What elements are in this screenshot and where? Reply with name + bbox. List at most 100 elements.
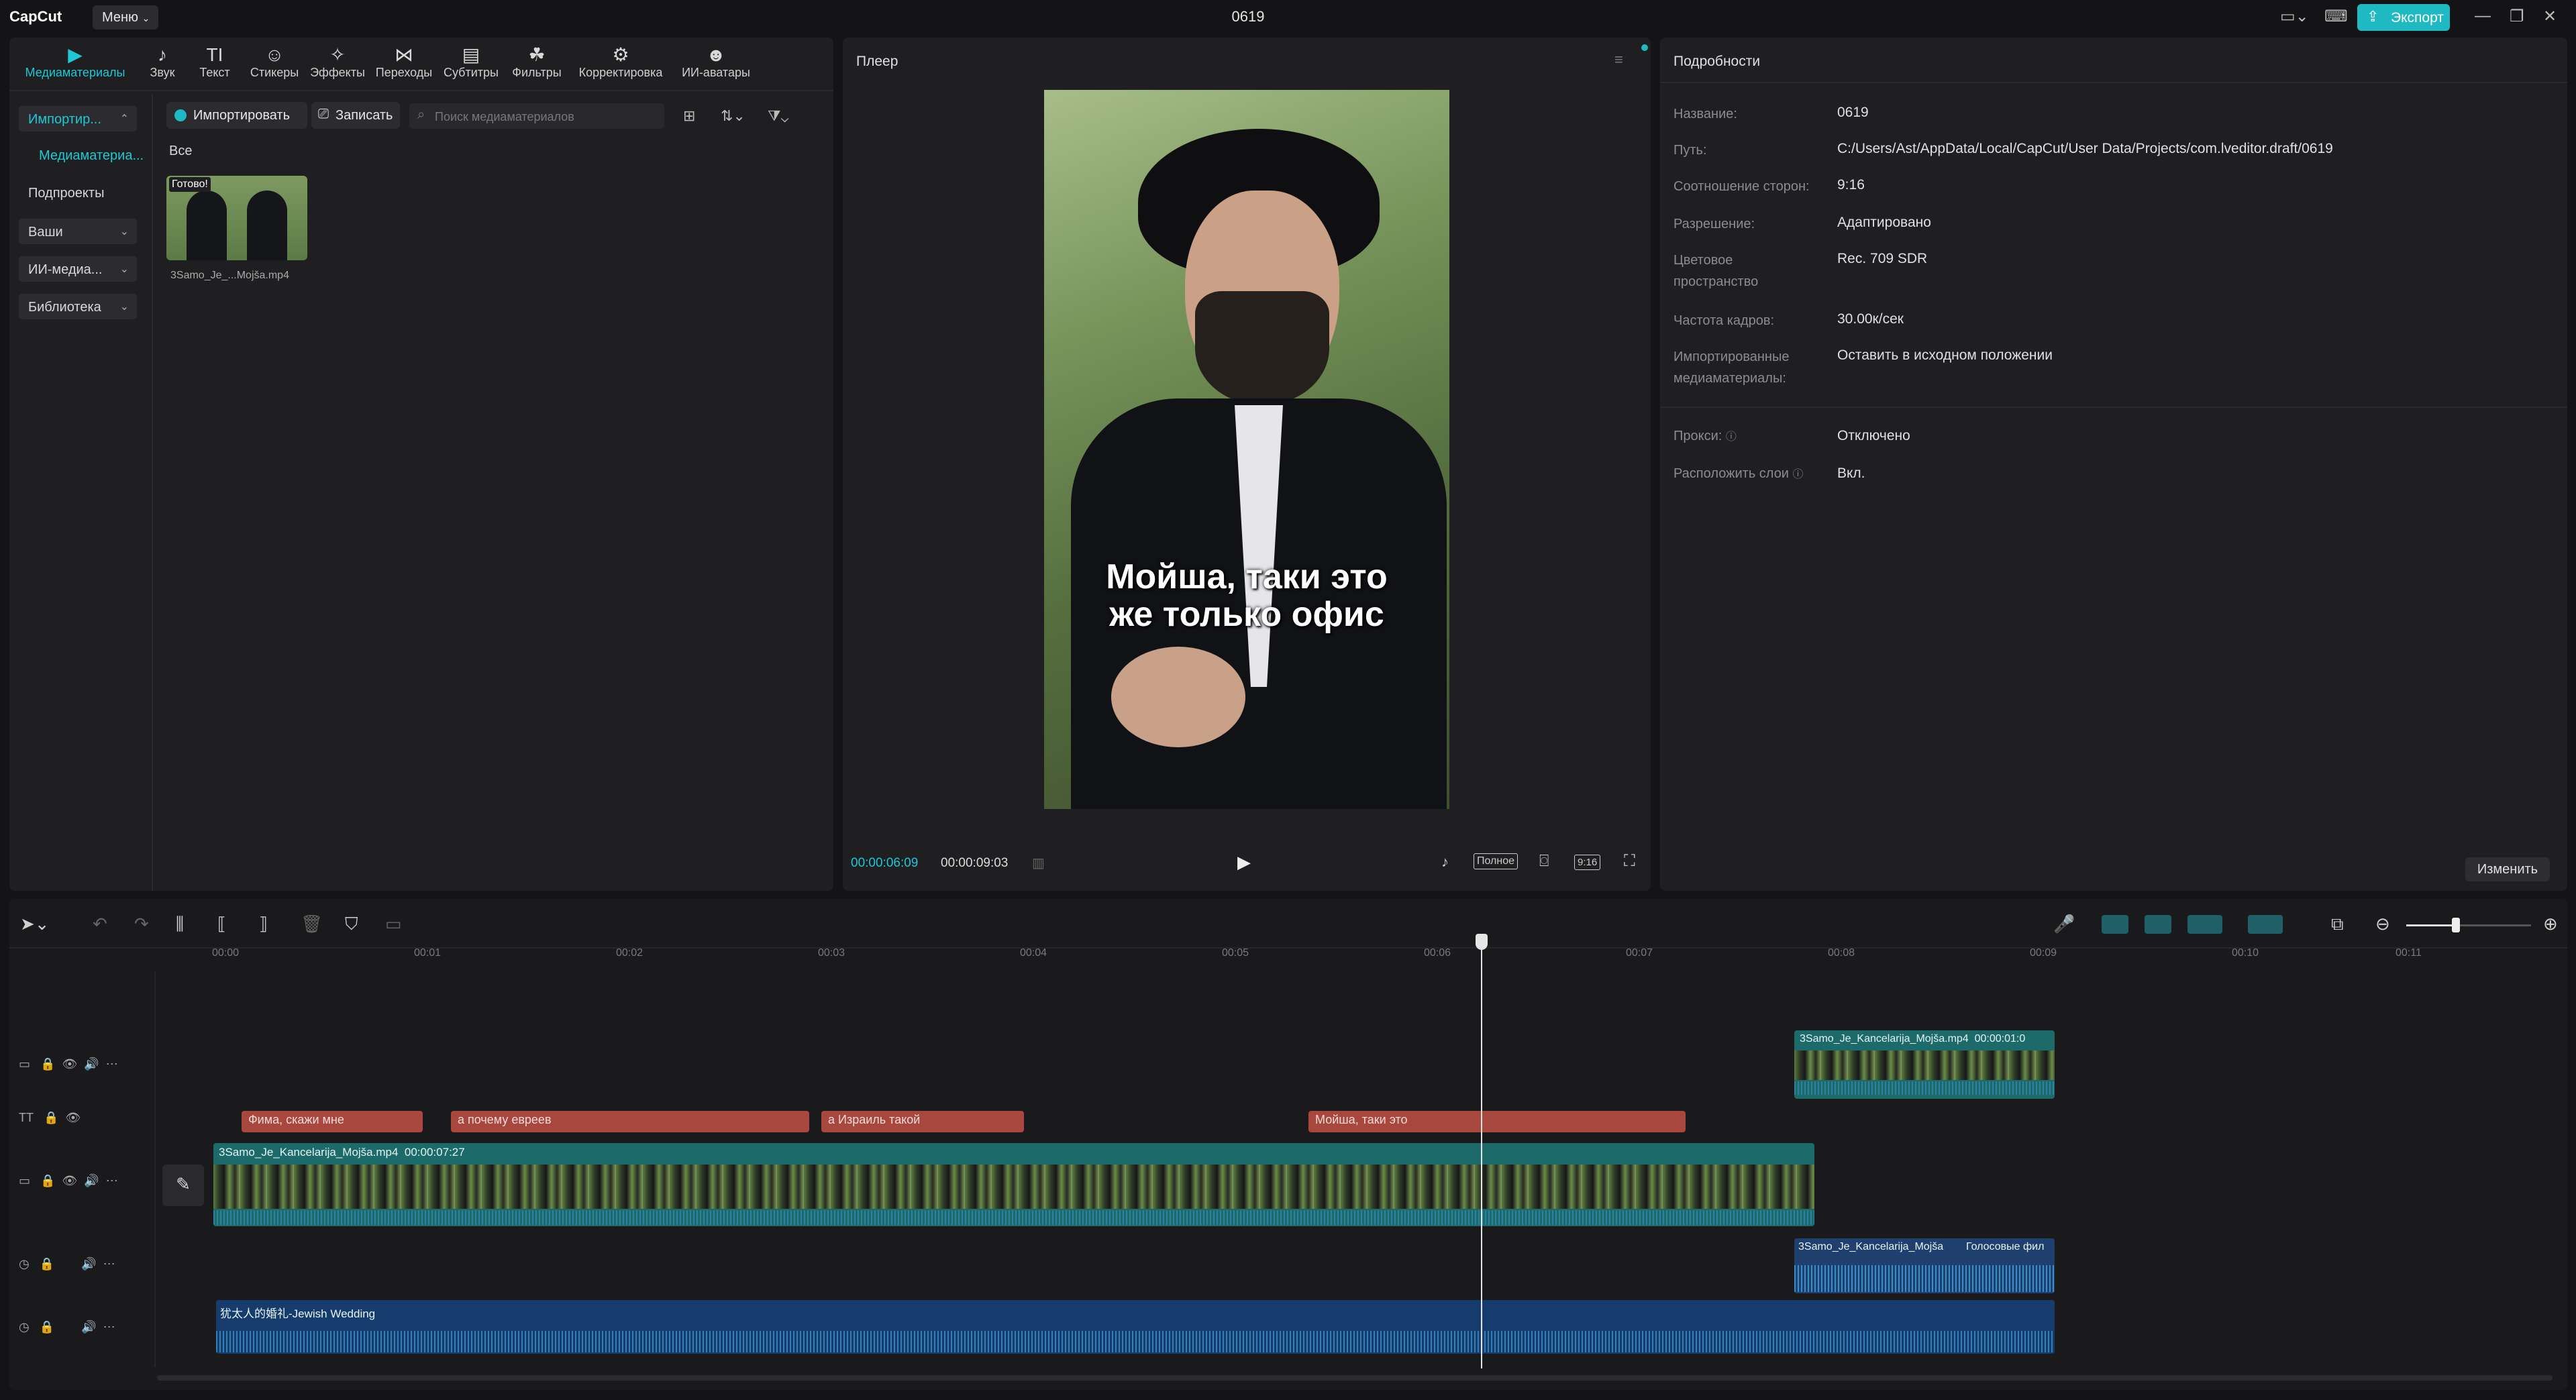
zoom-out-icon[interactable]: ⊖ — [2375, 914, 2390, 934]
sidebar-item-yours[interactable]: Ваши ⌄ — [19, 219, 137, 244]
redo-icon[interactable]: ↷ — [134, 914, 149, 934]
text-clip[interactable]: а Израиль такой — [821, 1111, 1024, 1132]
caption-icon[interactable]: ▭ — [385, 914, 402, 934]
timecode-toggle-icon[interactable]: ▥ — [1032, 855, 1045, 871]
eye-icon[interactable]: 👁 — [65, 1111, 81, 1124]
close-icon[interactable]: ✕ — [2543, 7, 2557, 26]
lock-icon[interactable]: 🔒 — [40, 1257, 54, 1271]
sort-icon[interactable]: ⇅⌄ — [721, 107, 745, 125]
audio-clip[interactable]: 3Samo_Je_Kancelarija_Mojša Голосовые фил — [1794, 1238, 2055, 1293]
layout-icon[interactable]: ▭⌄ — [2280, 7, 2309, 26]
microphone-icon[interactable]: 🎤 — [2053, 914, 2075, 934]
aspect-ratio-button[interactable]: 9:16 — [1574, 855, 1601, 870]
tab-transitions[interactable]: ⋈ Переходы — [370, 44, 437, 87]
more-icon[interactable]: ⋯ — [103, 1320, 115, 1334]
sidebar-item-subprojects[interactable]: Подпроекты — [19, 180, 137, 205]
quality-full-button[interactable]: Полное — [1474, 853, 1518, 869]
zoom-slider-handle[interactable] — [2452, 918, 2460, 932]
tab-effects[interactable]: ✧ Эффекты — [307, 44, 368, 87]
capcut-window: CapCut Меню ⌄ 0619 ▭⌄ ⌨ ⇪ Экспорт — ❐ ✕ … — [0, 0, 2576, 1400]
playhead-handle[interactable] — [1476, 934, 1488, 950]
more-icon[interactable]: ⋯ — [106, 1057, 118, 1071]
text-clip[interactable]: Фима, скажи мне — [242, 1111, 423, 1132]
change-button[interactable]: Изменить — [2465, 857, 2550, 881]
fullscreen-icon[interactable]: ⛶ — [1624, 852, 1635, 871]
tab-audio[interactable]: ♪ Звук — [141, 44, 184, 87]
video-thumbnails — [1794, 1051, 2055, 1080]
info-icon[interactable]: ⓘ — [1726, 431, 1737, 443]
lock-icon[interactable]: 🔒 — [44, 1111, 58, 1124]
overlay-video-clip[interactable]: 3Samo_Je_Kancelarija_Mojša.mp4 00:00:01:… — [1794, 1030, 2055, 1099]
player-menu-icon[interactable]: ≡ — [1614, 51, 1623, 68]
divider — [9, 90, 833, 91]
preview-axis-icon[interactable] — [2248, 915, 2283, 934]
main-video-clip[interactable]: 3Samo_Je_Kancelarija_Mojša.mp4 00:00:07:… — [213, 1143, 1814, 1226]
more-icon[interactable]: ⋯ — [106, 1174, 118, 1187]
play-icon[interactable]: ▶ — [1237, 852, 1251, 873]
detail-label: Название: — [1673, 107, 1737, 121]
speaker-icon[interactable]: 🔊 — [81, 1257, 96, 1271]
filter-all[interactable]: Все — [169, 144, 192, 159]
record-button[interactable]: ⎚ Записать — [311, 102, 400, 129]
tab-adjustment[interactable]: ⚙ Корректировка — [570, 44, 671, 87]
grid-view-icon[interactable]: ⊞ — [683, 107, 695, 125]
select-tool-icon[interactable]: ➤⌄ — [20, 914, 50, 934]
lock-icon[interactable]: 🔒 — [40, 1057, 55, 1071]
tab-stickers[interactable]: ☺ Стикеры — [244, 44, 305, 87]
chevron-down-icon: ⌄ — [119, 301, 129, 313]
magnet-icon[interactable] — [2145, 915, 2171, 934]
tab-media[interactable]: ▶ Медиаматериалы — [15, 44, 136, 87]
split-right-icon[interactable]: ⟧ — [259, 914, 268, 934]
media-item-thumbnail[interactable]: Готово! — [166, 176, 307, 260]
sidebar-item-media[interactable]: Медиаматериа... — [19, 142, 144, 168]
search-input[interactable]: ⌕ Поиск медиаматериалов — [409, 103, 664, 129]
speaker-icon[interactable]: 🔊 — [84, 1174, 99, 1187]
playhead[interactable] — [1481, 939, 1482, 1368]
speaker-icon[interactable]: 🔊 — [84, 1057, 99, 1071]
tab-subtitles[interactable]: ▤ Субтитры — [439, 44, 503, 87]
restore-icon[interactable]: ❐ — [2510, 7, 2524, 26]
sidebar-item-library[interactable]: Библиотека ⌄ — [19, 294, 137, 319]
text-clip[interactable]: а почему евреев — [451, 1111, 809, 1132]
tab-label: Субтитры — [443, 66, 499, 79]
eye-icon[interactable]: 👁 — [62, 1057, 77, 1071]
sidebar-item-ai-media[interactable]: ИИ-медиа... ⌄ — [19, 256, 137, 282]
video-preview[interactable]: Мойша, таки это же только офис — [1044, 90, 1449, 809]
lock-icon[interactable]: 🔒 — [40, 1174, 55, 1187]
eye-icon[interactable]: 👁 — [62, 1174, 77, 1187]
shield-icon[interactable]: ⛉ — [345, 914, 358, 935]
menu-button[interactable]: Меню ⌄ — [93, 5, 158, 30]
export-button[interactable]: ⇪ Экспорт — [2357, 4, 2450, 31]
link-main-track-icon[interactable] — [2102, 915, 2128, 934]
minimize-icon[interactable]: — — [2475, 7, 2491, 25]
split-icon[interactable]: ⫼ — [176, 914, 184, 935]
music-clip[interactable]: 犹太人的婚礼-Jewish Wedding — [216, 1300, 2055, 1354]
speaker-icon[interactable]: 🔊 — [81, 1320, 96, 1334]
text-clip[interactable]: Мойша, таки это — [1308, 1111, 1686, 1132]
import-button[interactable]: Импортировать — [166, 102, 307, 129]
tab-filters[interactable]: ☘ Фильтры — [505, 44, 569, 87]
tab-ai-avatars[interactable]: ☻ ИИ-аватары — [672, 44, 760, 87]
horizontal-scrollbar[interactable] — [157, 1375, 2553, 1381]
filter-icon[interactable]: ⧩⌄ — [768, 107, 789, 125]
tab-text[interactable]: TI Текст — [189, 44, 240, 87]
lock-icon[interactable]: 🔒 — [40, 1320, 54, 1334]
delete-icon[interactable]: 🗑 — [301, 914, 323, 934]
more-icon[interactable]: ⋯ — [103, 1257, 115, 1271]
sidebar-item-import[interactable]: Импортир... ⌃ — [19, 106, 137, 131]
split-left-icon[interactable]: ⟦ — [217, 914, 226, 934]
linkage-icon[interactable] — [2187, 915, 2222, 934]
info-icon[interactable]: ⓘ — [1793, 469, 1804, 480]
undo-icon[interactable]: ↶ — [93, 914, 107, 934]
keyboard-icon[interactable]: ⌨ — [2324, 7, 2348, 26]
zoom-slider-track[interactable] — [2406, 918, 2531, 932]
edit-cover-icon[interactable]: ✎ — [162, 1165, 204, 1206]
fit-icon[interactable]: ⧉ — [2331, 914, 2344, 935]
player-title: Плеер — [856, 54, 898, 69]
hand-shape — [1111, 647, 1245, 747]
zoom-in-icon[interactable]: ⊕ — [2543, 914, 2558, 934]
chevron-down-icon: ⌄ — [119, 226, 129, 237]
screenshot-icon[interactable]: ⌼ — [1539, 852, 1549, 871]
tiktok-icon[interactable]: ♪ — [1441, 853, 1449, 871]
time-ruler[interactable]: 00:00 00:01 00:02 00:03 00:04 00:05 00:0… — [212, 945, 2359, 959]
